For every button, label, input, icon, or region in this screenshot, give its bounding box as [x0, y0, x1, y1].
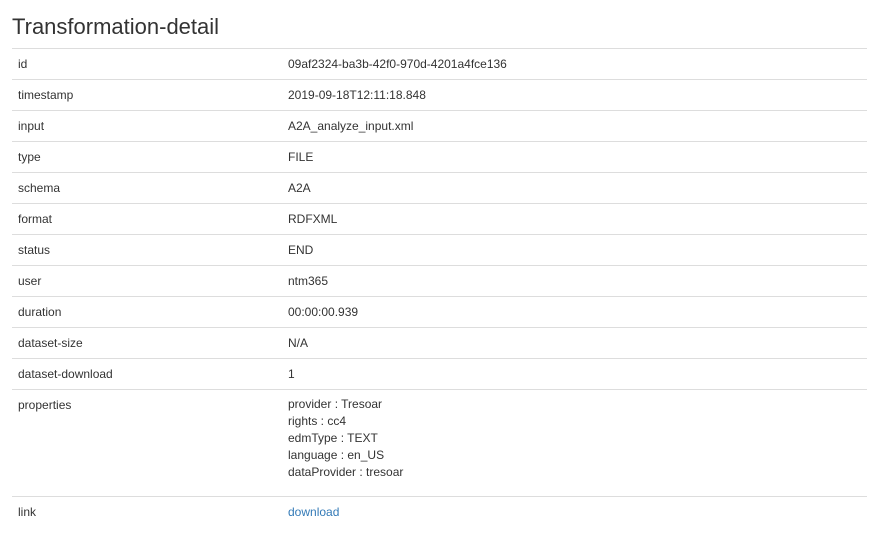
- row-value-schema: A2A: [282, 172, 867, 204]
- property-language: language : en_US: [288, 448, 385, 462]
- row-value-status: END: [282, 234, 867, 266]
- table-row-schema: schema A2A: [12, 172, 867, 204]
- row-label-properties: properties: [12, 389, 282, 497]
- row-label-link: link: [12, 496, 282, 527]
- table-row-status: status END: [12, 234, 867, 266]
- table-row-dataset-size: dataset-size N/A: [12, 327, 867, 359]
- property-dataprovider: dataProvider : tresoar: [288, 465, 404, 479]
- row-label-timestamp: timestamp: [12, 79, 282, 111]
- property-rights: rights : cc4: [288, 414, 347, 428]
- row-value-timestamp: 2019-09-18T12:11:18.848: [282, 79, 867, 111]
- row-value-type: FILE: [282, 141, 867, 173]
- row-label-dataset-size: dataset-size: [12, 327, 282, 359]
- property-provider: provider : Tresoar: [288, 397, 383, 411]
- row-label-user: user: [12, 265, 282, 297]
- table-row-link: link download: [12, 496, 867, 527]
- table-row-properties: properties provider : Tresoar rights : c…: [12, 389, 867, 497]
- row-value-dataset-download: 1: [282, 358, 867, 390]
- property-edmtype: edmType : TEXT: [288, 431, 378, 445]
- row-value-duration: 00:00:00.939: [282, 296, 867, 328]
- row-label-id: id: [12, 48, 282, 80]
- table-row-timestamp: timestamp 2019-09-18T12:11:18.848: [12, 79, 867, 111]
- row-label-type: type: [12, 141, 282, 173]
- row-value-dataset-size: N/A: [282, 327, 867, 359]
- row-value-id: 09af2324-ba3b-42f0-970d-4201a4fce136: [282, 48, 867, 80]
- row-label-status: status: [12, 234, 282, 266]
- row-value-properties: provider : Tresoar rights : cc4 edmType …: [282, 389, 867, 497]
- row-value-link: download: [282, 496, 867, 527]
- row-label-schema: schema: [12, 172, 282, 204]
- page-title: Transformation-detail: [12, 14, 220, 39]
- table-row-user: user ntm365: [12, 265, 867, 297]
- table-row-duration: duration 00:00:00.939: [12, 296, 867, 328]
- row-value-user: ntm365: [282, 265, 867, 297]
- detail-table: id 09af2324-ba3b-42f0-970d-4201a4fce136 …: [12, 48, 867, 527]
- download-link[interactable]: download: [288, 505, 339, 519]
- row-label-dataset-download: dataset-download: [12, 358, 282, 390]
- row-value-format: RDFXML: [282, 203, 867, 235]
- table-row-format: format RDFXML: [12, 203, 867, 235]
- row-value-input: A2A_analyze_input.xml: [282, 110, 867, 142]
- table-row-input: input A2A_analyze_input.xml: [12, 110, 867, 142]
- row-label-duration: duration: [12, 296, 282, 328]
- table-row-dataset-download: dataset-download 1: [12, 358, 867, 390]
- table-row-type: type FILE: [12, 141, 867, 173]
- table-row-id: id 09af2324-ba3b-42f0-970d-4201a4fce136: [12, 48, 867, 80]
- row-label-format: format: [12, 203, 282, 235]
- row-label-input: input: [12, 110, 282, 142]
